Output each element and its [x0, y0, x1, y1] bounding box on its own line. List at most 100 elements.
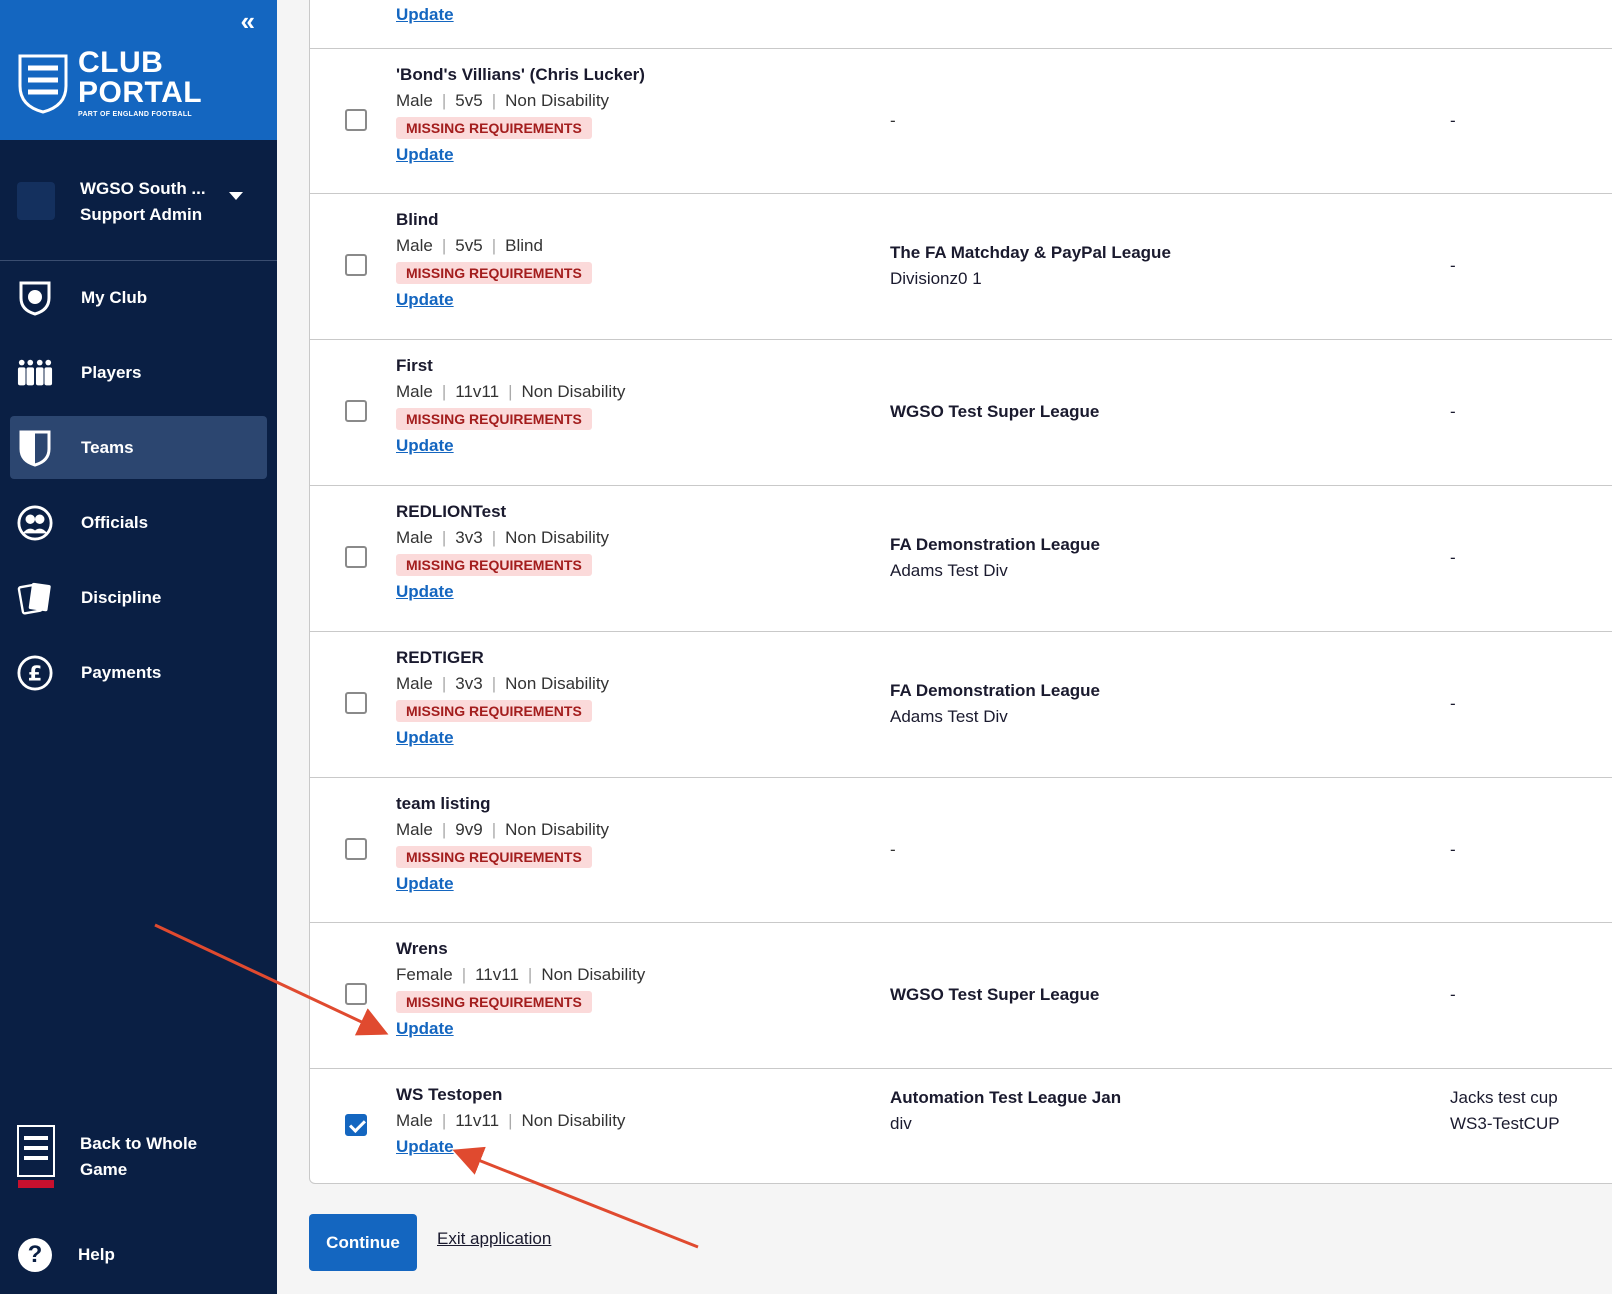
- team-name: team listing: [396, 794, 491, 813]
- update-link[interactable]: Update: [396, 871, 609, 897]
- team-meta-item: Male: [396, 91, 433, 110]
- svg-text:£: £: [28, 661, 43, 685]
- team-meta-item: Male: [396, 820, 433, 839]
- team-meta: Male | 5v5 | Blind: [396, 233, 592, 259]
- update-link[interactable]: Update: [396, 287, 592, 313]
- help-icon: ?: [18, 1238, 52, 1272]
- team-meta-item: Non Disability: [505, 528, 610, 547]
- shield-football-icon: [17, 280, 53, 316]
- league-division: Adams Test Div: [890, 707, 1008, 726]
- team-checkbox[interactable]: [345, 1113, 367, 1136]
- league-name: -: [890, 110, 896, 130]
- league-name: WGSO Test Super League: [890, 985, 1100, 1004]
- account-switcher[interactable]: WGSO South ... Support Admin: [0, 140, 277, 261]
- exit-application-link[interactable]: Exit application: [437, 1229, 551, 1249]
- update-link[interactable]: Update: [396, 1016, 645, 1042]
- update-link[interactable]: Update: [396, 579, 609, 605]
- team-meta-item: 5v5: [455, 91, 483, 110]
- missing-requirements-badge: MISSING REQUIREMENTS: [396, 991, 592, 1013]
- cup-name: -: [1450, 110, 1456, 130]
- league-name: FA Demonstration League: [890, 681, 1101, 700]
- meta-separator: |: [491, 91, 497, 110]
- update-link[interactable]: Update: [396, 725, 609, 751]
- league-name: -: [890, 839, 896, 859]
- team-meta-item: Non Disability: [505, 820, 610, 839]
- brand-line2: PORTAL: [78, 76, 203, 109]
- brand-header: « CLUB PORTAL PART OF ENGLAND FOOTBALL: [0, 0, 277, 140]
- collapse-sidebar-icon[interactable]: «: [241, 6, 256, 37]
- team-meta-item: 3v3: [455, 674, 483, 693]
- team-name: REDTIGER: [396, 648, 484, 667]
- team-meta-item: 11v11: [455, 382, 500, 401]
- team-meta-item: Female: [396, 965, 453, 984]
- team-meta: Male | 11v11 | Non Disability: [396, 379, 625, 405]
- team-meta-item: Non Disability: [521, 382, 626, 401]
- league-division: div: [890, 1113, 912, 1133]
- meta-separator: |: [461, 965, 467, 984]
- brand-tagline: PART OF ENGLAND FOOTBALL: [78, 111, 193, 118]
- back-label-line1: Back to Whole: [80, 1134, 198, 1153]
- sidebar-item-teams[interactable]: Teams: [10, 416, 267, 479]
- missing-requirements-badge: MISSING REQUIREMENTS: [396, 117, 592, 139]
- meta-separator: |: [491, 820, 497, 839]
- sidebar-nav: My Club Players Teams Officials Discipli…: [0, 266, 277, 716]
- team-row: WS Testopen Male | 11v11 | Non Disability Up…: [310, 1068, 1612, 1183]
- team-checkbox[interactable]: [345, 546, 367, 568]
- team-checkbox[interactable]: [345, 254, 367, 276]
- league-name: The FA Matchday & PayPal League: [890, 243, 1171, 262]
- cup-name: -: [1450, 694, 1456, 713]
- three-lions-crest-icon: [18, 54, 68, 114]
- team-meta-item: Male: [396, 528, 433, 547]
- club-avatar: [17, 182, 55, 220]
- pound-icon: £: [17, 654, 53, 691]
- team-meta: Male | 9v9 | Non Disability: [396, 817, 609, 843]
- team-row: Wrens Female | 11v11 | Non Disability MISSIN…: [310, 922, 1612, 1069]
- sidebar-item-label: Payments: [81, 662, 162, 682]
- back-label-line2: Game: [80, 1160, 128, 1179]
- update-link[interactable]: Update: [396, 1134, 625, 1160]
- back-to-whole-game-link[interactable]: Back to Whole Game: [16, 1124, 197, 1190]
- update-link[interactable]: Update: [396, 433, 625, 459]
- team-meta-item: Non Disability: [521, 1111, 626, 1130]
- team-checkbox[interactable]: [345, 837, 367, 860]
- team-row: REDLIONTest Male | 3v3 | Non Disability MISS…: [310, 485, 1612, 632]
- help-link[interactable]: ? Help: [18, 1238, 115, 1272]
- cup-name: -: [1450, 548, 1456, 567]
- cards-icon: [17, 580, 53, 616]
- meta-separator: |: [441, 91, 447, 110]
- update-link[interactable]: Update: [396, 142, 645, 168]
- meta-separator: |: [491, 236, 497, 255]
- league-name: Automation Test League Jan: [890, 1087, 1122, 1107]
- team-row: team listing Male | 9v9 | Non Disability MIS…: [310, 777, 1612, 923]
- continue-button[interactable]: Continue: [309, 1214, 417, 1271]
- team-checkbox[interactable]: [345, 400, 367, 422]
- club-portal-logo[interactable]: CLUB PORTAL PART OF ENGLAND FOOTBALL: [16, 48, 202, 118]
- team-checkbox[interactable]: [345, 983, 367, 1005]
- sidebar-item-discipline[interactable]: Discipline: [10, 566, 267, 629]
- sidebar-item-my-club[interactable]: My Club: [10, 266, 267, 329]
- team-meta: Male | 3v3 | Non Disability: [396, 671, 609, 697]
- sidebar-item-officials[interactable]: Officials: [10, 491, 267, 554]
- caret-down-icon[interactable]: [229, 192, 243, 200]
- league-name: WGSO Test Super League: [890, 402, 1100, 421]
- team-checkbox[interactable]: [345, 108, 367, 131]
- meta-separator: |: [441, 528, 447, 547]
- team-meta: Male | 5v5 | Non Disability: [396, 88, 645, 114]
- team-meta-item: 9v9: [455, 820, 483, 839]
- missing-requirements-badge: MISSING REQUIREMENTS: [396, 846, 592, 868]
- team-checkbox[interactable]: [345, 692, 367, 714]
- sidebar-item-payments[interactable]: £ Payments: [10, 641, 267, 704]
- sidebar-item-players[interactable]: Players: [10, 341, 267, 404]
- meta-separator: |: [441, 1111, 447, 1130]
- update-link[interactable]: Update: [396, 2, 454, 28]
- team-row: Blind Male | 5v5 | Blind MISSING REQUIREMENT…: [310, 193, 1612, 340]
- cup-round: WS3-TestCUP: [1450, 1113, 1560, 1133]
- missing-requirements-badge: MISSING REQUIREMENTS: [396, 700, 592, 722]
- cup-name: -: [1450, 256, 1456, 275]
- main-content: Update 'Bond's Villians' (Chris Lucker) …: [277, 0, 1612, 1294]
- team-meta-item: Non Disability: [505, 91, 610, 110]
- team-row: 'Bond's Villians' (Chris Lucker) Male | 5v…: [310, 48, 1612, 194]
- league-division: Adams Test Div: [890, 561, 1008, 580]
- missing-requirements-badge: MISSING REQUIREMENTS: [396, 554, 592, 576]
- missing-requirements-badge: MISSING REQUIREMENTS: [396, 262, 592, 284]
